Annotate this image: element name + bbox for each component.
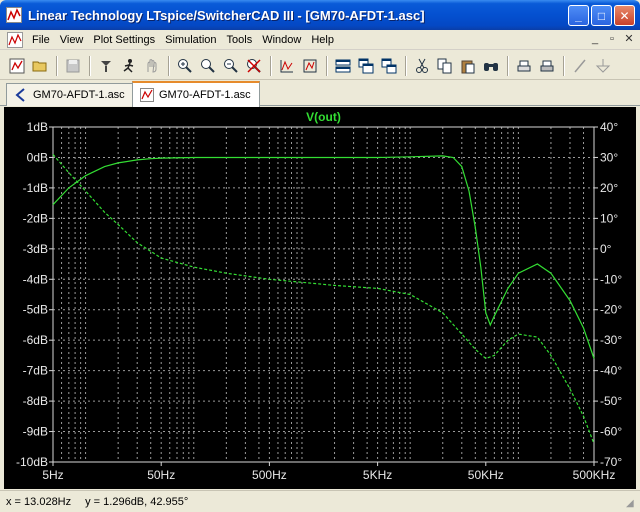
mdi-close-button[interactable]: ✕ bbox=[622, 33, 636, 46]
y-tick-label-right: -40° bbox=[600, 364, 622, 378]
x-tick-label: 5KHz bbox=[363, 468, 392, 482]
tab-schematic[interactable]: GM70-AFDT-1.asc bbox=[6, 83, 134, 106]
save-icon[interactable] bbox=[62, 55, 84, 77]
toolbar-separator bbox=[168, 55, 170, 76]
y-tick-label-right: -70° bbox=[600, 455, 622, 469]
window-title: Linear Technology LTspice/SwitcherCAD II… bbox=[28, 7, 425, 23]
y-tick-label-left: -3dB bbox=[23, 242, 48, 256]
y-tick-label-right: -10° bbox=[600, 272, 622, 286]
y-tick-label-right: -20° bbox=[600, 303, 622, 317]
zoom-box-icon[interactable] bbox=[197, 55, 219, 77]
toolbar-separator bbox=[89, 55, 91, 76]
y-tick-label-right: 0° bbox=[600, 242, 612, 256]
draw-line-icon[interactable] bbox=[569, 55, 591, 77]
ground-icon[interactable] bbox=[592, 55, 614, 77]
zoom-cancel-icon[interactable] bbox=[243, 55, 265, 77]
cursor-x-readout: x = 13.028Hz bbox=[6, 495, 72, 508]
close-button[interactable]: ✕ bbox=[614, 5, 635, 26]
toolbar-separator bbox=[270, 55, 272, 76]
y-tick-label-left: -4dB bbox=[23, 272, 48, 286]
x-tick-label: 500Hz bbox=[252, 468, 287, 482]
cascade-icon[interactable] bbox=[355, 55, 377, 77]
menu-plot-settings[interactable]: Plot Settings bbox=[88, 30, 160, 50]
control-panel-icon[interactable] bbox=[95, 55, 117, 77]
resize-grip-icon[interactable]: ◢ bbox=[626, 498, 638, 510]
window-border bbox=[636, 107, 640, 489]
menu-window[interactable]: Window bbox=[257, 30, 306, 50]
y-tick-label-right: 40° bbox=[600, 120, 618, 134]
y-tick-label-right: 30° bbox=[600, 150, 618, 164]
zoom-out-icon[interactable] bbox=[220, 55, 242, 77]
new-schematic-icon[interactable] bbox=[6, 55, 28, 77]
mark-icon[interactable] bbox=[299, 55, 321, 77]
halt-icon[interactable] bbox=[141, 55, 163, 77]
y-tick-label-left: -8dB bbox=[23, 394, 48, 408]
mdi-minimize-button[interactable]: _ bbox=[588, 33, 602, 46]
menu-tools[interactable]: Tools bbox=[222, 30, 258, 50]
ltspice-app-icon[interactable] bbox=[6, 7, 22, 23]
print-preview-icon[interactable] bbox=[513, 55, 535, 77]
menu-file[interactable]: File bbox=[27, 30, 55, 50]
x-tick-label: 500KHz bbox=[573, 468, 616, 482]
y-tick-label-left: 1dB bbox=[27, 120, 48, 134]
waveform-plot[interactable]: 1dB 0dB -1dB -2dB -3dB -4dB -5dB -6dB -7dB -8dB -9… bbox=[0, 107, 636, 489]
document-tabs: GM70-AFDT-1.asc GM70-AFDT-1.asc bbox=[0, 81, 640, 107]
trace-title[interactable]: V(out) bbox=[306, 110, 341, 124]
y-tick-label-right: -60° bbox=[600, 425, 622, 439]
mdi-restore-button[interactable]: ▫ bbox=[605, 33, 619, 46]
menu-help[interactable]: Help bbox=[306, 30, 339, 50]
menu-bar: File View Plot Settings Simulation Tools… bbox=[0, 30, 640, 50]
y-tick-label-left: -10dB bbox=[16, 455, 48, 469]
y-tick-label-left: -9dB bbox=[23, 425, 48, 439]
plot-svg[interactable]: 1dB 0dB -1dB -2dB -3dB -4dB -5dB -6dB -7dB -8dB -9… bbox=[4, 107, 640, 489]
cursor-y-readout: y = 1.296dB, 42.955° bbox=[85, 495, 189, 508]
x-tick-label: 50KHz bbox=[468, 468, 504, 482]
tab-label: GM70-AFDT-1.asc bbox=[33, 89, 125, 101]
y-tick-label-right: -50° bbox=[600, 394, 622, 408]
y-tick-label-left: -2dB bbox=[23, 211, 48, 225]
magnitude-trace bbox=[52, 155, 595, 359]
open-icon[interactable] bbox=[29, 55, 51, 77]
menu-view[interactable]: View bbox=[55, 30, 89, 50]
y-tick-label-left: 0dB bbox=[27, 150, 48, 164]
y-tick-label-right: 10° bbox=[600, 211, 618, 225]
y-tick-label-left: -7dB bbox=[23, 364, 48, 378]
run-icon[interactable] bbox=[118, 55, 140, 77]
autorange-icon[interactable] bbox=[276, 55, 298, 77]
toolbar-separator bbox=[326, 55, 328, 76]
print-icon[interactable] bbox=[536, 55, 558, 77]
title-bar: Linear Technology LTspice/SwitcherCAD II… bbox=[0, 0, 640, 30]
y-tick-label-right: 20° bbox=[600, 181, 618, 195]
schematic-icon bbox=[13, 87, 29, 103]
phase-trace bbox=[52, 154, 595, 444]
x-tick-label: 5Hz bbox=[42, 468, 63, 482]
toolbar-separator bbox=[56, 55, 58, 76]
menu-simulation[interactable]: Simulation bbox=[160, 30, 221, 50]
y-tick-label-right: -30° bbox=[600, 333, 622, 347]
toolbar bbox=[0, 52, 640, 80]
tab-waveform[interactable]: GM70-AFDT-1.asc bbox=[132, 81, 260, 107]
y-tick-label-left: -5dB bbox=[23, 303, 48, 317]
find-icon[interactable] bbox=[480, 55, 502, 77]
toolbar-separator bbox=[507, 55, 509, 76]
tab-label: GM70-AFDT-1.asc bbox=[159, 89, 251, 101]
y-tick-label-left: -6dB bbox=[23, 333, 48, 347]
y-tick-label-left: -1dB bbox=[23, 181, 48, 195]
document-icon[interactable] bbox=[7, 31, 23, 48]
minimize-button[interactable]: _ bbox=[568, 5, 589, 26]
waveform-icon bbox=[139, 87, 155, 103]
status-bar: x = 13.028Hz y = 1.296dB, 42.955° ◢ bbox=[0, 490, 640, 512]
maximize-button[interactable]: □ bbox=[591, 5, 612, 26]
tile-vertical-icon[interactable] bbox=[378, 55, 400, 77]
cut-icon[interactable] bbox=[411, 55, 433, 77]
tile-horizontal-icon[interactable] bbox=[332, 55, 354, 77]
copy-icon[interactable] bbox=[434, 55, 456, 77]
toolbar-separator bbox=[563, 55, 565, 76]
zoom-in-icon[interactable] bbox=[174, 55, 196, 77]
plot-frame bbox=[52, 126, 595, 463]
x-tick-label: 50Hz bbox=[147, 468, 175, 482]
paste-icon[interactable] bbox=[457, 55, 479, 77]
toolbar-separator bbox=[405, 55, 407, 76]
